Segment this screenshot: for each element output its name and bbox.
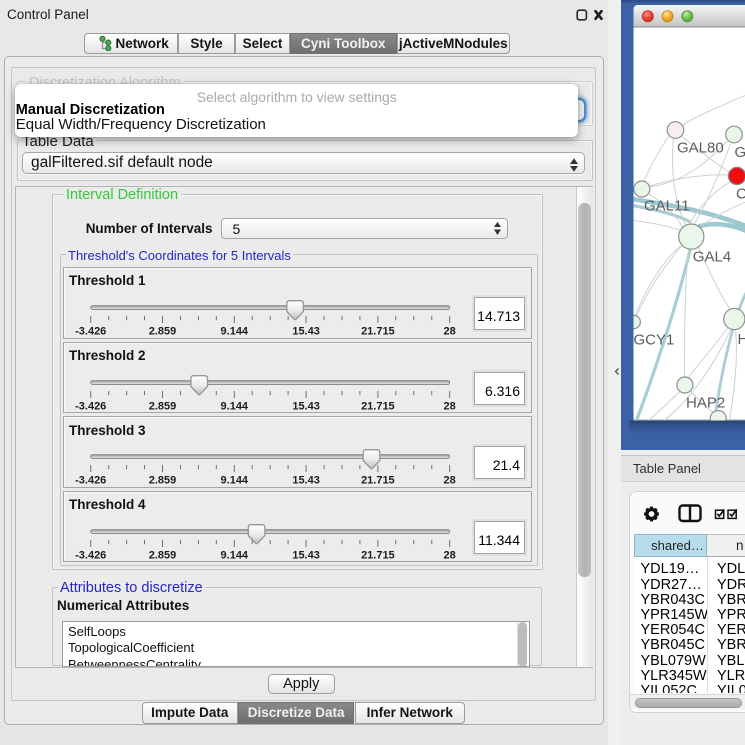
svg-text:15.43: 15.43 — [292, 325, 320, 337]
svg-text:28: 28 — [444, 400, 456, 412]
svg-text:21.715: 21.715 — [361, 549, 395, 561]
svg-text:9.144: 9.144 — [221, 549, 249, 561]
svg-text:-3.426: -3.426 — [75, 400, 106, 412]
svg-text:28: 28 — [444, 549, 456, 561]
svg-text:15.43: 15.43 — [292, 475, 320, 487]
svg-text:C: C — [736, 186, 745, 203]
svg-text:GCY1: GCY1 — [633, 332, 674, 349]
svg-text:9.144: 9.144 — [221, 475, 249, 487]
svg-text:2.859: 2.859 — [149, 325, 177, 337]
svg-text:G.: G. — [734, 144, 745, 161]
svg-text:-3.426: -3.426 — [75, 475, 106, 487]
svg-text:21.715: 21.715 — [361, 400, 395, 412]
svg-text:-3.426: -3.426 — [75, 549, 106, 561]
svg-text:21.715: 21.715 — [361, 325, 395, 337]
svg-text:2.859: 2.859 — [149, 549, 177, 561]
svg-text:21.715: 21.715 — [361, 475, 395, 487]
svg-text:HAP2: HAP2 — [686, 395, 725, 412]
svg-text:GAL11: GAL11 — [644, 198, 690, 215]
svg-text:9.144: 9.144 — [221, 325, 249, 337]
svg-text:H: H — [737, 331, 745, 348]
svg-text:15.43: 15.43 — [292, 549, 320, 561]
svg-text:GAL4: GAL4 — [692, 249, 730, 266]
svg-text:2.859: 2.859 — [149, 400, 177, 412]
svg-text:-3.426: -3.426 — [75, 325, 106, 337]
svg-text:15.43: 15.43 — [292, 400, 320, 412]
svg-text:GAL80: GAL80 — [677, 140, 724, 157]
svg-text:28: 28 — [444, 475, 456, 487]
svg-text:28: 28 — [444, 325, 456, 337]
svg-text:2.859: 2.859 — [149, 475, 177, 487]
svg-text:9.144: 9.144 — [221, 400, 249, 412]
